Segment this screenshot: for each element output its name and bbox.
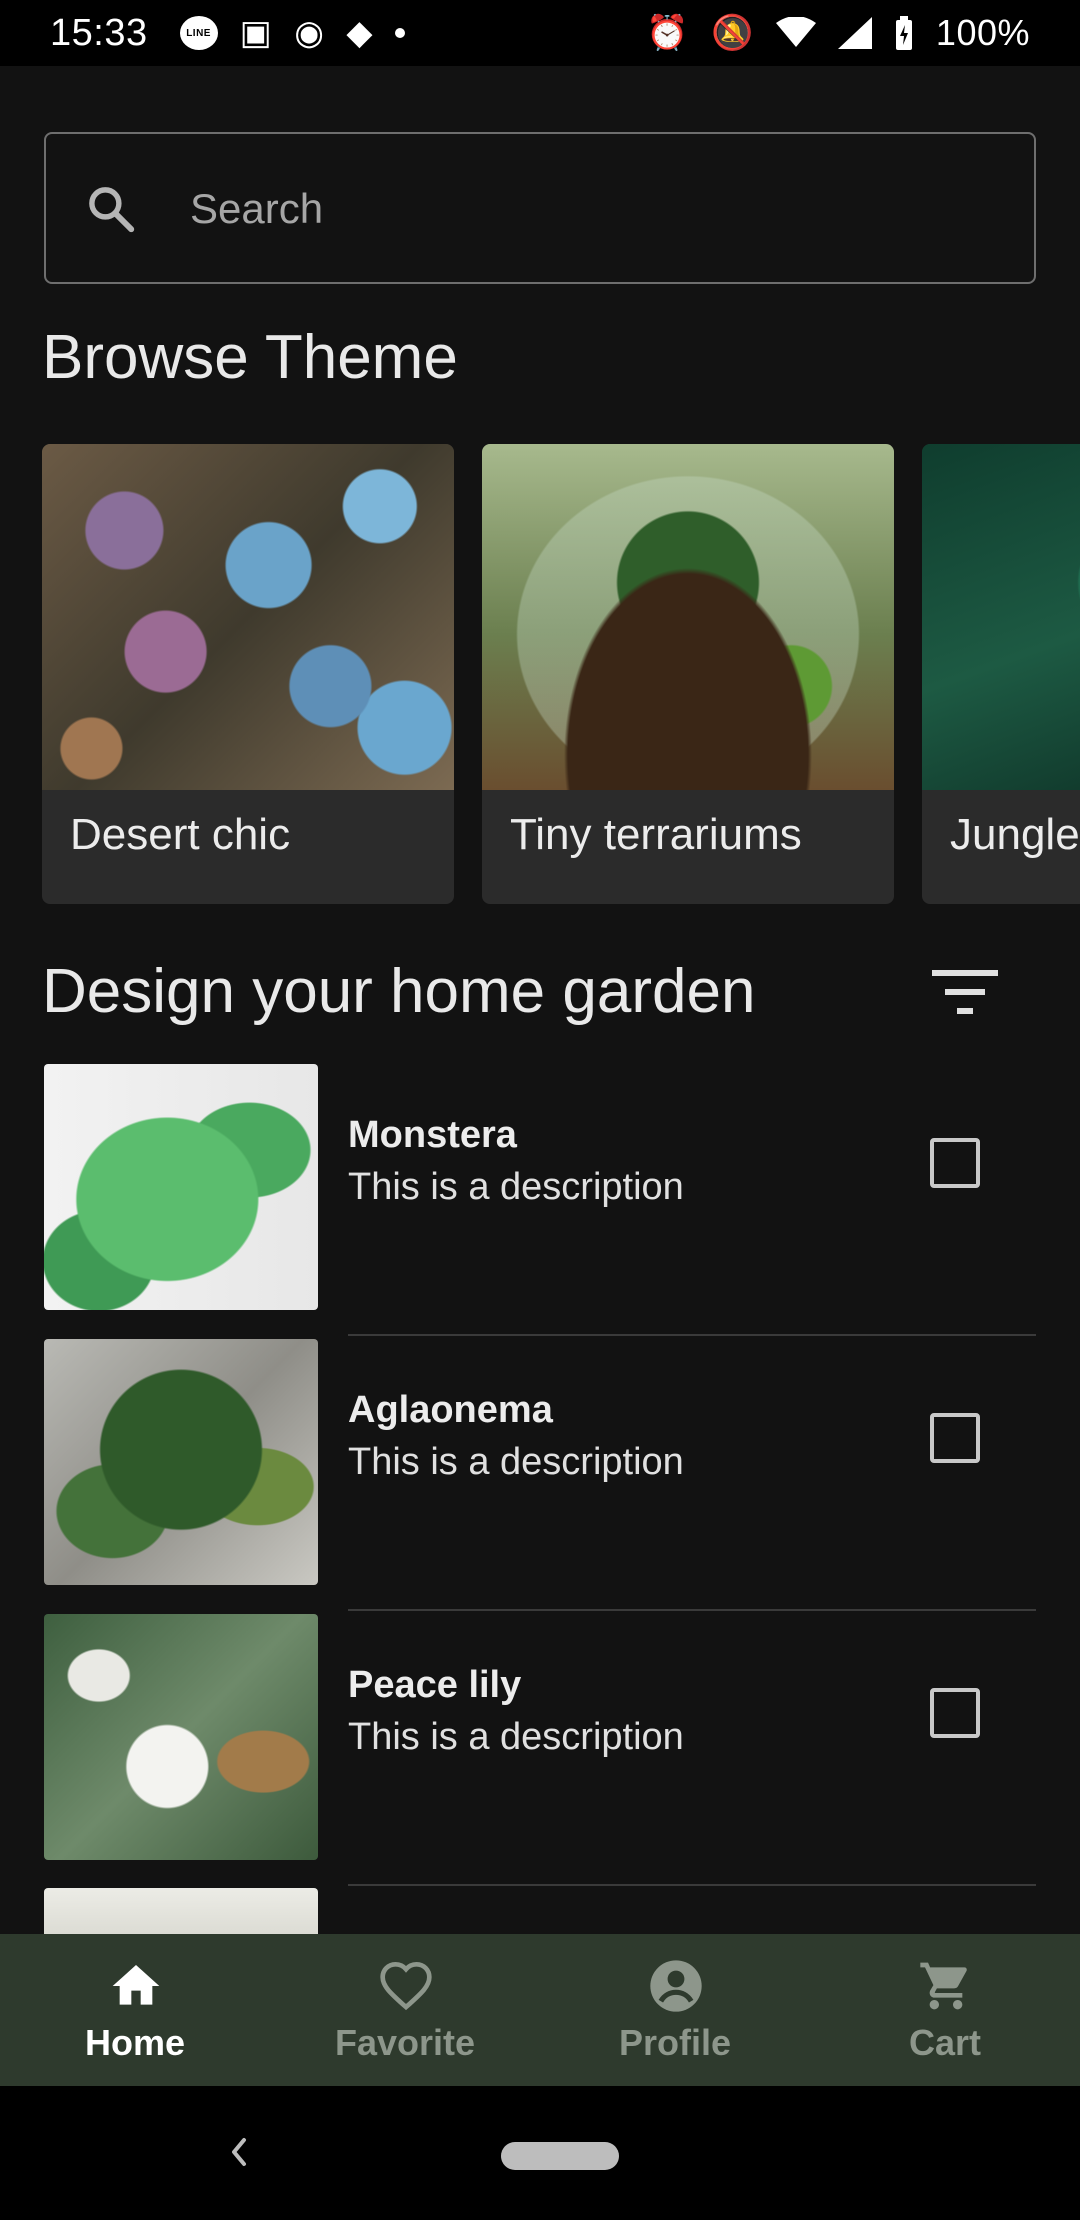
nav-label: Profile [618, 2022, 732, 2063]
divider [348, 1609, 1036, 1611]
cart-icon [920, 1962, 967, 2010]
theme-carousel[interactable]: Desert chic Tiny terrariums Jungle [42, 444, 1080, 906]
bottom-navigation: Home Favorite Profile Cart [0, 1934, 1080, 2086]
p-icon: ◉ [294, 14, 325, 52]
list-item-aglaonema[interactable]: Aglaonema This is a description [0, 1339, 1080, 1613]
nav-label: Favorite [334, 2022, 476, 2063]
divider [348, 1884, 1036, 1886]
search-input[interactable] [188, 134, 1012, 284]
account-icon [650, 1960, 702, 2012]
list-item-peace-lily[interactable]: Peace lily This is a description [0, 1614, 1080, 1888]
search-icon [89, 187, 135, 233]
m-icon: ◆ [346, 14, 374, 52]
nav-label: Home [84, 2022, 186, 2063]
garden-title: Design your home garden [42, 957, 756, 1026]
tiny-terrariums-image [482, 444, 894, 790]
theme-label: Jungle [950, 810, 1080, 859]
list-item-monstera[interactable]: Monstera This is a description [0, 1064, 1080, 1338]
theme-label: Tiny terrariums [510, 810, 802, 859]
battery-level: 100% [935, 12, 1030, 53]
status-left: 15:33 LINE ▣ ◉ ◆ [50, 11, 406, 55]
nav-cart[interactable]: Cart [810, 1934, 1080, 2086]
back-icon[interactable] [222, 2132, 256, 2172]
status-bar: 15:33 LINE ▣ ◉ ◆ ⏰ 🔕 100% [0, 0, 1080, 66]
dot-icon [395, 28, 406, 38]
wifi-icon [775, 17, 816, 47]
plant-description: This is a description [348, 1441, 684, 1483]
filter-icon[interactable] [932, 968, 998, 1018]
aglaonema-image [44, 1339, 318, 1585]
nav-favorite[interactable]: Favorite [270, 1934, 540, 2086]
select-checkbox[interactable] [930, 1138, 980, 1188]
battery-charging-icon [895, 16, 912, 50]
plant-name: Peace lily [348, 1664, 522, 1706]
divider [348, 1334, 1036, 1336]
signal-icon [837, 17, 872, 49]
status-time: 15:33 [50, 11, 148, 54]
home-pill[interactable] [501, 2142, 619, 2170]
plant-name: Monstera [348, 1114, 517, 1156]
status-right: ⏰ 🔕 100% [646, 12, 1030, 54]
plant-name: Aglaonema [348, 1389, 553, 1431]
theme-card-tiny-terrariums[interactable]: Tiny terrariums [482, 444, 894, 904]
theme-card-desert-chic[interactable]: Desert chic [42, 444, 454, 904]
peace-lily-image [44, 1614, 318, 1860]
line-icon: LINE [179, 16, 218, 50]
jungle-image [922, 444, 1080, 790]
news-icon: ▣ [239, 14, 273, 52]
select-checkbox[interactable] [930, 1413, 980, 1463]
select-checkbox[interactable] [930, 1688, 980, 1738]
monstera-image [44, 1064, 318, 1310]
plant-description: This is a description [348, 1716, 684, 1758]
nav-profile[interactable]: Profile [540, 1934, 810, 2086]
system-navigation-bar [0, 2086, 1080, 2220]
browse-theme-title: Browse Theme [42, 323, 458, 392]
alarm-icon: ⏰ [646, 14, 690, 52]
plant-description: This is a description [348, 1166, 684, 1208]
theme-card-jungle[interactable]: Jungle [922, 444, 1080, 904]
nav-label: Cart [908, 2022, 982, 2063]
nav-home[interactable]: Home [0, 1934, 270, 2086]
mute-icon: 🔕 [711, 14, 754, 52]
desert-chic-image [42, 444, 454, 790]
home-icon [112, 1965, 160, 2005]
next-plant-image-partial [44, 1888, 318, 1934]
heart-icon [380, 1961, 432, 2011]
theme-label: Desert chic [70, 810, 291, 859]
search-box[interactable] [44, 132, 1036, 284]
